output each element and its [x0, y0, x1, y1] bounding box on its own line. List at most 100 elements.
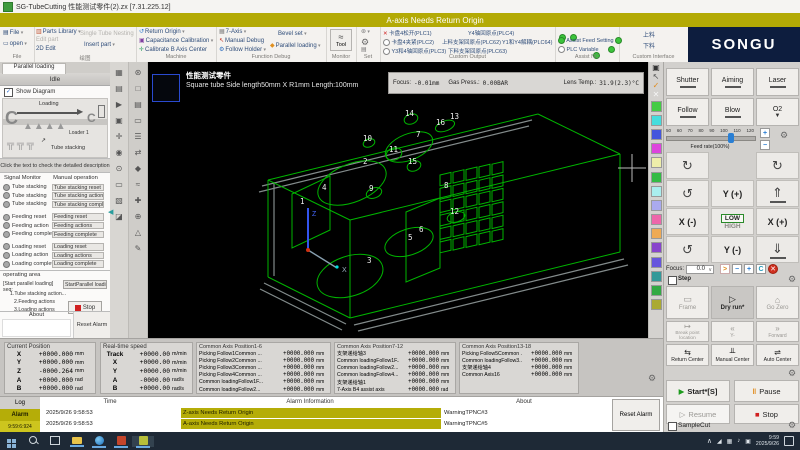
set-tool-1[interactable]: ⊛: [361, 28, 370, 35]
auto-center-button[interactable]: ⇌Auto Center: [756, 344, 799, 366]
layer-color-chip[interactable]: [651, 172, 662, 183]
notification-center-icon[interactable]: [784, 436, 794, 446]
follow-holder-button[interactable]: ⚙Follow Holder: [219, 46, 266, 53]
single-tube-nesting-button[interactable]: Single Tube Nesting: [80, 31, 134, 37]
7-axis-button[interactable]: ▦7-Axis: [219, 28, 246, 35]
reset-alarm-button[interactable]: Reset Alarm: [612, 399, 660, 431]
tool-icon[interactable]: △: [135, 225, 141, 241]
focus-apply-button[interactable]: >: [720, 264, 730, 274]
log-row-info[interactable]: A-axis Needs Return Origin: [181, 419, 441, 429]
tube-stacking-action-button[interactable]: Tube stacking action: [52, 192, 104, 200]
network-icon[interactable]: ◢: [717, 438, 722, 445]
feeding-actions-button[interactable]: Feeding actions: [52, 222, 104, 230]
shutter-button[interactable]: Shutter: [666, 68, 709, 96]
tab-alarm[interactable]: Alarm: [0, 409, 40, 421]
3d-viewport[interactable]: Z X 1 2 3 4 5 6 7 8 9 10 11 12 13 14 15 …: [148, 62, 648, 338]
tool-icon[interactable]: ✛: [116, 129, 123, 145]
manual-center-button[interactable]: ╨Manual Center: [711, 344, 754, 366]
follow-button[interactable]: Follow: [666, 98, 709, 126]
tool-icon[interactable]: ☰: [134, 129, 141, 145]
chuck4-release-button[interactable]: ✕ 卡盘4松开(PLC1): [383, 29, 432, 37]
insert-part-button[interactable]: Insert part: [84, 42, 115, 48]
tool-icon[interactable]: ◉: [116, 145, 123, 161]
unload-material-button[interactable]: 下料: [643, 41, 655, 50]
tool-icon[interactable]: ⇄: [135, 145, 142, 161]
tool-icon[interactable]: ▭: [134, 113, 142, 129]
chuck4-clamp-button[interactable]: 卡盘4夹紧(PLC2): [383, 38, 434, 46]
focus-minus-button[interactable]: −: [732, 264, 742, 274]
task-view-button[interactable]: [44, 436, 66, 447]
col-about[interactable]: About: [440, 397, 608, 407]
tool-icon[interactable]: ⊙: [116, 161, 123, 177]
tool-icon[interactable]: □: [136, 81, 141, 97]
jog-a-rotate2-button[interactable]: ↺: [666, 236, 709, 263]
collapse-arrow-icon[interactable]: ◀: [108, 208, 113, 216]
feed-slider-track[interactable]: [666, 136, 756, 141]
follow-height-toggle[interactable]: LOW HIGH: [711, 208, 754, 235]
jog-x-minus-button[interactable]: X (-): [666, 208, 709, 235]
jog-b-rotate-button[interactable]: ↻: [756, 152, 799, 179]
feeding-reset-button[interactable]: Feeding reset: [52, 213, 104, 221]
parts-library-button[interactable]: ▥Parts Library: [36, 28, 81, 35]
jog-a-plus-button[interactable]: ↻: [666, 152, 709, 179]
samplecut-checkbox[interactable]: [668, 422, 677, 431]
file-explorer-button[interactable]: [66, 436, 88, 446]
calibrate-b-axis-button[interactable]: ✛Calibrate B Axis Center: [139, 46, 207, 53]
tab-log[interactable]: Log: [0, 397, 40, 409]
jog-y-minus-button[interactable]: Y (-): [711, 236, 754, 263]
log-row-about[interactable]: WarningTPNC#3: [444, 408, 564, 418]
tool-icon[interactable]: ▤: [115, 81, 123, 97]
tray-expand-icon[interactable]: ∧: [707, 437, 712, 445]
tab-parallel-loading[interactable]: Parallel loading: [2, 63, 66, 74]
volume-icon[interactable]: ♪: [737, 438, 740, 444]
focus-refresh-button[interactable]: C: [756, 264, 766, 274]
step-settings-gear-icon[interactable]: ⚙: [788, 274, 796, 285]
layer-color-chip[interactable]: [651, 129, 662, 140]
layer-color-chip[interactable]: [651, 214, 662, 225]
layer-color-chip[interactable]: [651, 143, 662, 154]
samplecut-gear-icon[interactable]: ⚙: [788, 420, 796, 431]
tool-icon[interactable]: ▶: [116, 97, 122, 113]
tool-icon[interactable]: ▭: [115, 177, 123, 193]
aiming-button[interactable]: Aiming: [711, 68, 754, 96]
feeding-complete-button[interactable]: Feeding complete: [52, 231, 104, 239]
pause-button[interactable]: ‖Pause: [734, 380, 799, 402]
jog-x-plus-button[interactable]: X (+): [756, 208, 799, 235]
tool-icon[interactable]: ✚: [135, 193, 142, 209]
plc-variable-button[interactable]: PLC Variable: [558, 46, 615, 53]
manual-debug-button[interactable]: ↖Manual Debug: [219, 37, 264, 44]
set-tool-3[interactable]: ▤: [361, 46, 367, 53]
y4-return-origin-button[interactable]: Y4轴回原点(PLC4): [468, 29, 514, 37]
tube-stacking-reset-button[interactable]: Tube stacking reset: [52, 184, 104, 192]
feed-plus-button[interactable]: +: [760, 128, 770, 138]
y1y4-decouple-button[interactable]: Y1和Y4解耦(PLC64): [502, 38, 552, 46]
feed-settings-gear-icon[interactable]: ⚙: [780, 130, 788, 141]
2d-edit-button[interactable]: 2D Edit: [36, 46, 56, 52]
laser-button[interactable]: Laser: [756, 68, 799, 96]
go-zero-button[interactable]: ⌂Go Zero: [756, 286, 799, 319]
focus-value-select[interactable]: 0.0∨: [686, 265, 714, 274]
log-row-info[interactable]: Z-axis Needs Return Origin: [181, 408, 441, 418]
ime-icon[interactable]: ▣: [745, 438, 751, 445]
sidebar-reset-alarm-button[interactable]: Reset Alarm: [74, 312, 110, 338]
col-time[interactable]: Time: [40, 397, 180, 407]
return-origin-button[interactable]: ↺Return Origin: [139, 28, 185, 35]
jog-y-plus-button[interactable]: Y (+): [711, 180, 754, 207]
tool-icon[interactable]: ▦: [115, 65, 123, 81]
load-material-button[interactable]: 上料: [643, 30, 655, 39]
tube-stacking-complete-button[interactable]: Tube stacking complete: [52, 201, 104, 209]
return-center-button[interactable]: ⇆Return Center: [666, 344, 709, 366]
feed-minus-button[interactable]: −: [760, 140, 770, 150]
file-menu-button[interactable]: ▤File: [3, 29, 23, 36]
forward-button[interactable]: »Forward: [756, 321, 799, 342]
diagram-hint[interactable]: Click the text to check the detailed des…: [0, 158, 110, 173]
loading-actions-button[interactable]: Loading actions: [52, 252, 104, 260]
tool-monitor-button[interactable]: ≈ Tool: [330, 29, 352, 51]
close-icon[interactable]: ✕: [653, 90, 660, 99]
blow-button[interactable]: Blow: [711, 98, 754, 126]
focus-plus-button[interactable]: +: [744, 264, 754, 274]
jog-a-minus-button[interactable]: ↺: [666, 180, 709, 207]
o2-button[interactable]: O2▼: [756, 98, 799, 126]
check-icon[interactable]: ✓: [653, 81, 660, 90]
edit-part-button[interactable]: Edit part: [36, 37, 58, 43]
